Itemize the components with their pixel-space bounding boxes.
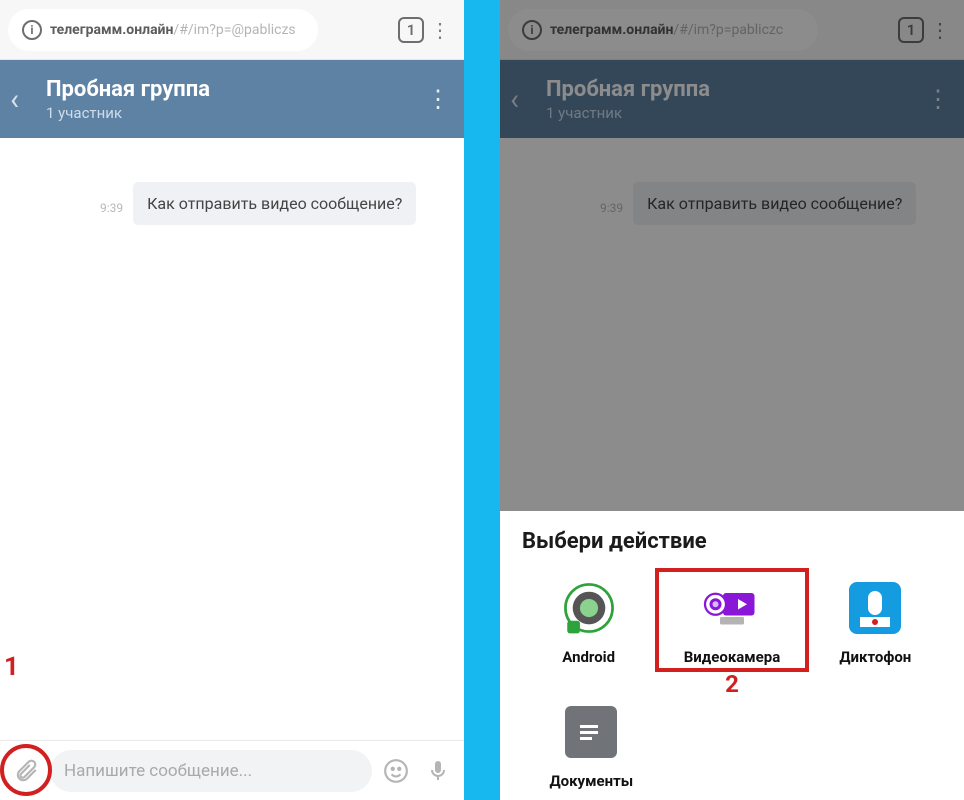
url-bar[interactable]: i телеграмм.онлайн/#/im?p=@pabliczs [8,9,318,51]
message-time: 9:39 [100,201,123,225]
camcorder-icon [702,578,762,638]
mic-icon[interactable] [420,753,456,789]
info-icon[interactable]: i [22,20,42,40]
sheet-grid: Android Видеокамера 2 [522,578,942,666]
annotation-marker-2: 2 [725,670,739,698]
message-input[interactable]: Напишите сообщение... [50,750,372,792]
url-text: телеграмм.онлайн/#/im?p=@pabliczs [50,22,296,38]
action-label: Документы [549,772,633,790]
message-row: 9:39 Как отправить видео сообщение? [10,182,454,225]
chat-body[interactable]: 9:39 Как отправить видео сообщение? 1 [0,138,464,740]
action-dictaphone[interactable]: Диктофон [809,578,942,666]
action-label: Видеокамера [684,648,781,666]
action-sheet: Выбери действие Android [500,511,964,800]
android-icon [559,578,619,638]
chat-subtitle: 1 участник [46,104,422,122]
chat-menu-icon[interactable]: ⋮ [422,85,454,113]
action-camcorder[interactable]: Видеокамера 2 [665,578,798,666]
phone-right: i телеграмм.онлайн/#/im?p=pabliczc 1 ⋮ ‹… [500,0,964,800]
action-label: Диктофон [839,648,911,666]
emoji-icon[interactable] [378,753,414,789]
dictaphone-icon [845,578,905,638]
action-android[interactable]: Android [522,578,655,666]
tabs-icon[interactable]: 1 [398,17,424,43]
action-label: Android [562,648,615,666]
documents-icon [561,702,621,762]
browser-bar: i телеграмм.онлайн/#/im?p=@pabliczs 1 ⋮ [0,0,464,60]
chat-header[interactable]: ‹ Пробная группа 1 участник ⋮ [0,60,464,138]
annotation-marker-1: 1 [4,652,19,682]
action-documents[interactable]: Документы [522,702,661,790]
sheet-row-2: Документы [522,702,942,790]
phone-left: i телеграмм.онлайн/#/im?p=@pabliczs 1 ⋮ … [0,0,464,800]
browser-menu-icon[interactable]: ⋮ [424,18,456,42]
input-bar: Напишите сообщение... [0,740,464,800]
message-bubble[interactable]: Как отправить видео сообщение? [133,182,416,225]
back-icon[interactable]: ‹ [10,82,42,117]
sheet-title: Выбери действие [522,529,942,554]
chat-title-block[interactable]: Пробная группа 1 участник [46,77,422,122]
chat-title: Пробная группа [46,77,422,102]
attach-icon[interactable] [8,753,44,789]
